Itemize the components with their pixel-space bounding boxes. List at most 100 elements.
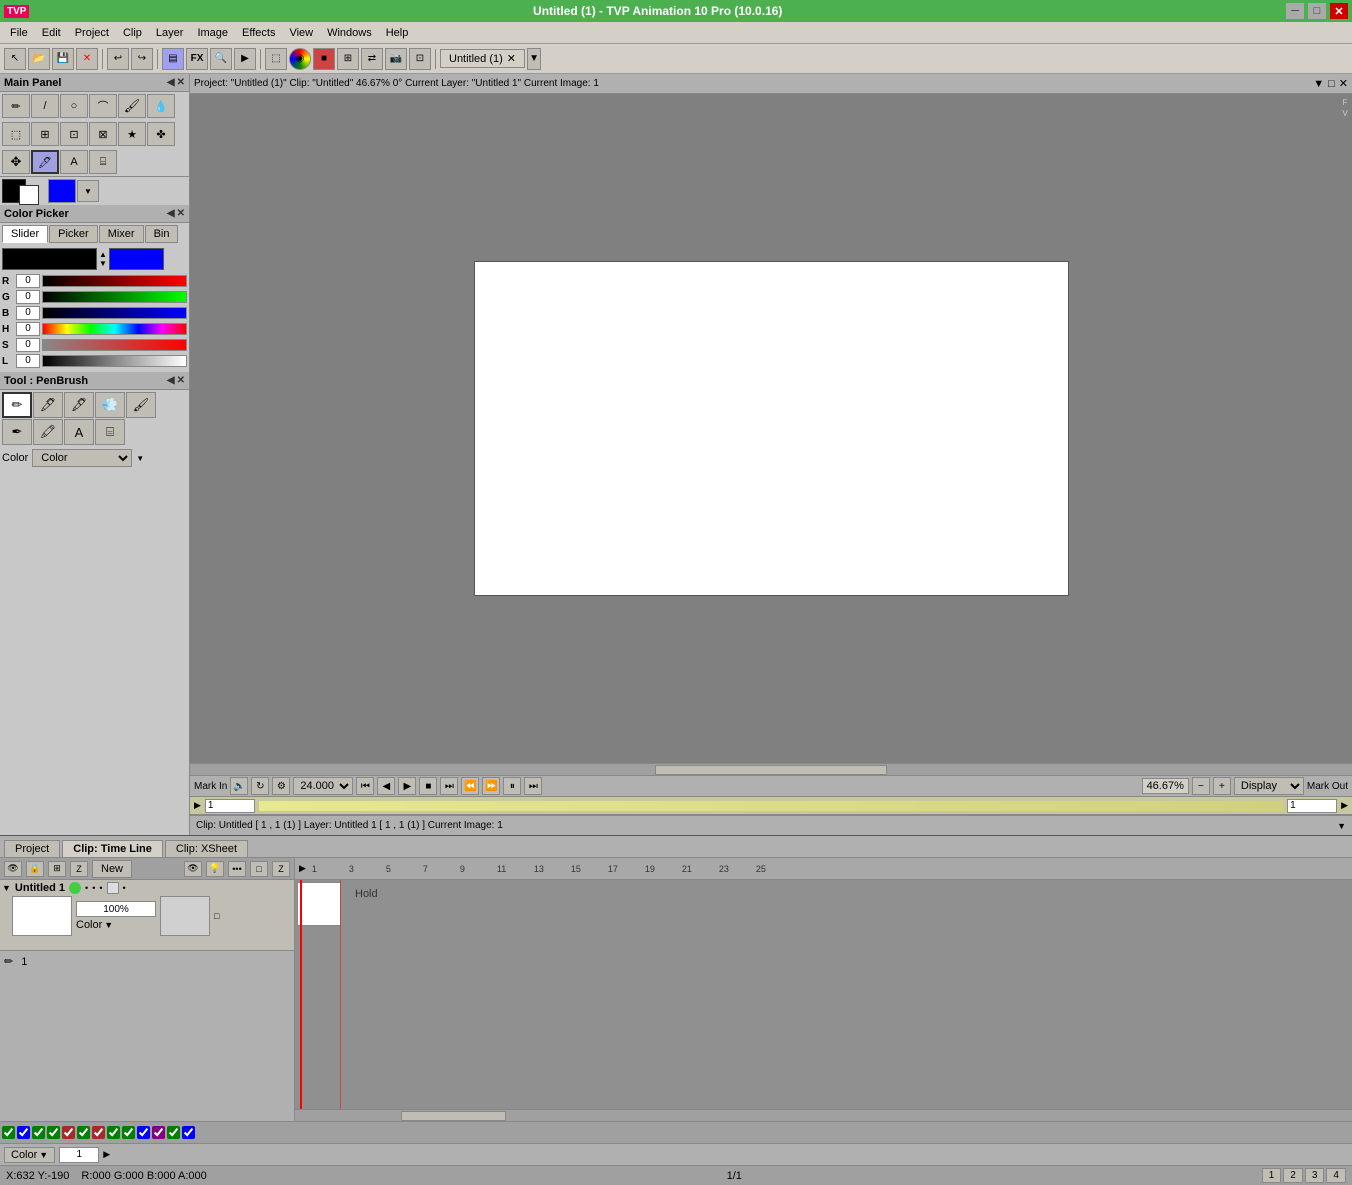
slider-l-track[interactable] [42, 355, 187, 367]
menu-view[interactable]: View [283, 25, 319, 41]
tool-grid2[interactable]: ⊡ [409, 48, 431, 70]
slider-r-track[interactable] [42, 275, 187, 287]
tool-cancel[interactable]: ✕ [76, 48, 98, 70]
btn-settings[interactable]: ⚙ [272, 777, 290, 795]
cb-brown1[interactable] [62, 1126, 75, 1139]
tl-btn-grid[interactable]: ⊞ [48, 861, 66, 877]
menu-layer[interactable]: Layer [150, 25, 190, 41]
tab-project[interactable]: Project [4, 840, 60, 857]
timeline-hscroll[interactable] [295, 1109, 1352, 1121]
status-tab-3[interactable]: 3 [1305, 1168, 1325, 1183]
layer-dot2[interactable]: • [92, 883, 95, 893]
btn-last-frame[interactable]: ⏭ [440, 777, 458, 795]
fps-select[interactable]: 24.000 12.000 25.000 30.000 [293, 777, 353, 795]
layer-opacity-input[interactable] [76, 901, 156, 917]
tool-redo[interactable]: ↪ [131, 48, 153, 70]
tab-picker[interactable]: Picker [49, 225, 98, 243]
menu-clip[interactable]: Clip [117, 25, 148, 41]
cb-green1[interactable] [2, 1126, 15, 1139]
slider-b-track[interactable] [42, 307, 187, 319]
tool-play[interactable]: ▶ [234, 48, 256, 70]
menu-windows[interactable]: Windows [321, 25, 378, 41]
color-picker-collapse[interactable]: ◀ [167, 208, 175, 219]
cb-brown2[interactable] [92, 1126, 105, 1139]
layer-expand[interactable]: ▼ [2, 883, 11, 893]
tl-btn-star2[interactable]: 💡 [206, 861, 224, 877]
tab-mixer[interactable]: Mixer [99, 225, 144, 243]
tool-select2[interactable]: ▤ [162, 48, 184, 70]
tool-arrows[interactable]: ⇄ [361, 48, 383, 70]
canvas-maximize-icon[interactable]: □ [1328, 78, 1335, 90]
tool-rect-select[interactable]: ⬚ [2, 122, 30, 146]
cb-green6[interactable] [122, 1126, 135, 1139]
tool-zoom[interactable]: 🔍 [210, 48, 232, 70]
frame-start-input[interactable] [205, 799, 255, 813]
slider-r-value[interactable]: 0 [16, 274, 40, 288]
tool-fill[interactable]: 🖌 [118, 94, 146, 118]
color-mode-dropdown[interactable]: Color Behind Erase Merge [32, 449, 132, 467]
color-swatch-bg[interactable] [19, 185, 39, 205]
tl-btn-z[interactable]: Z [272, 861, 290, 877]
tool-pen[interactable]: ✏ [2, 94, 30, 118]
tool-pipette[interactable]: 💧 [147, 94, 175, 118]
penbrush-select[interactable]: ⌸ [95, 419, 125, 445]
tool-frame-select[interactable]: ⌸ [89, 150, 117, 174]
menu-effects[interactable]: Effects [236, 25, 281, 41]
tool-color-blue[interactable] [48, 179, 76, 203]
tool-paintbrush-active[interactable]: 🖊 [31, 150, 59, 174]
penbrush-fill[interactable]: ✒ [2, 419, 32, 445]
menu-image[interactable]: Image [191, 25, 234, 41]
btn-pause[interactable]: ⏸ [503, 777, 521, 795]
cb-purple1[interactable] [152, 1126, 165, 1139]
tl-btn-eye[interactable]: 👁 [4, 861, 22, 877]
tool-open[interactable]: 📂 [28, 48, 50, 70]
cb-green7[interactable] [167, 1126, 180, 1139]
tool-color-square[interactable]: ■ [313, 48, 335, 70]
penbrush-custom[interactable]: 🖌 [126, 392, 156, 418]
slider-s-track[interactable] [42, 339, 187, 351]
btn-prev-anim[interactable]: ⏪ [461, 777, 479, 795]
slider-l-value[interactable]: 0 [16, 354, 40, 368]
slider-s-value[interactable]: 0 [16, 338, 40, 352]
canvas-drawing-area[interactable] [474, 261, 1069, 596]
layer-visibility[interactable] [69, 882, 81, 894]
cb-green2[interactable] [32, 1126, 45, 1139]
tool-layers[interactable]: ⬚ [265, 48, 287, 70]
tool-camera[interactable]: 📷 [385, 48, 407, 70]
slider-h-value[interactable]: 0 [16, 322, 40, 336]
canvas-collapse-icon[interactable]: ▼ [1313, 78, 1324, 90]
btn-play[interactable]: ▶ [398, 777, 416, 795]
layer-dot5[interactable]: • [123, 883, 126, 893]
tl-btn-dot[interactable]: ••• [228, 861, 246, 877]
color-mode-arrow[interactable]: ▼ [136, 454, 144, 463]
frame-timeline-bar[interactable] [259, 801, 1283, 811]
slider-h-track[interactable] [42, 323, 187, 335]
btn-sound[interactable]: 🔊 [230, 777, 248, 795]
btn-zoom-minus[interactable]: − [1192, 777, 1210, 795]
maximize-button[interactable]: □ [1308, 3, 1326, 19]
penbrush-hard[interactable]: 🖋 [64, 392, 94, 418]
penbrush-close[interactable]: ✕ [177, 375, 185, 386]
tool-select[interactable]: ↖ [4, 48, 26, 70]
frame-nav-left[interactable]: ▶ [194, 800, 201, 811]
alternate-color-swatch[interactable] [109, 248, 164, 270]
tool-transform[interactable]: ⊞ [31, 122, 59, 146]
tool-warp[interactable]: ✤ [147, 122, 175, 146]
layer-dot4[interactable] [107, 882, 119, 894]
layer-dot3[interactable]: • [99, 883, 102, 893]
cb-green4[interactable] [77, 1126, 90, 1139]
menu-help[interactable]: Help [380, 25, 415, 41]
tool-line[interactable]: / [31, 94, 59, 118]
tool-grid[interactable]: ⊞ [337, 48, 359, 70]
timeline-hscroll-thumb[interactable] [401, 1111, 507, 1121]
main-panel-collapse[interactable]: ◀ [167, 77, 175, 88]
current-color-swatch[interactable] [2, 248, 97, 270]
penbrush-soft[interactable]: ✏ [2, 392, 32, 418]
btn-next-anim[interactable]: ⏩ [482, 777, 500, 795]
display-select[interactable]: Display [1234, 777, 1304, 795]
canvas-close-icon[interactable]: ✕ [1339, 77, 1348, 90]
tool-circle[interactable]: ○ [60, 94, 88, 118]
btn-first-frame[interactable]: ⏮ [356, 777, 374, 795]
tab-xsheet[interactable]: Clip: XSheet [165, 840, 248, 857]
main-panel-close[interactable]: ✕ [177, 77, 185, 88]
